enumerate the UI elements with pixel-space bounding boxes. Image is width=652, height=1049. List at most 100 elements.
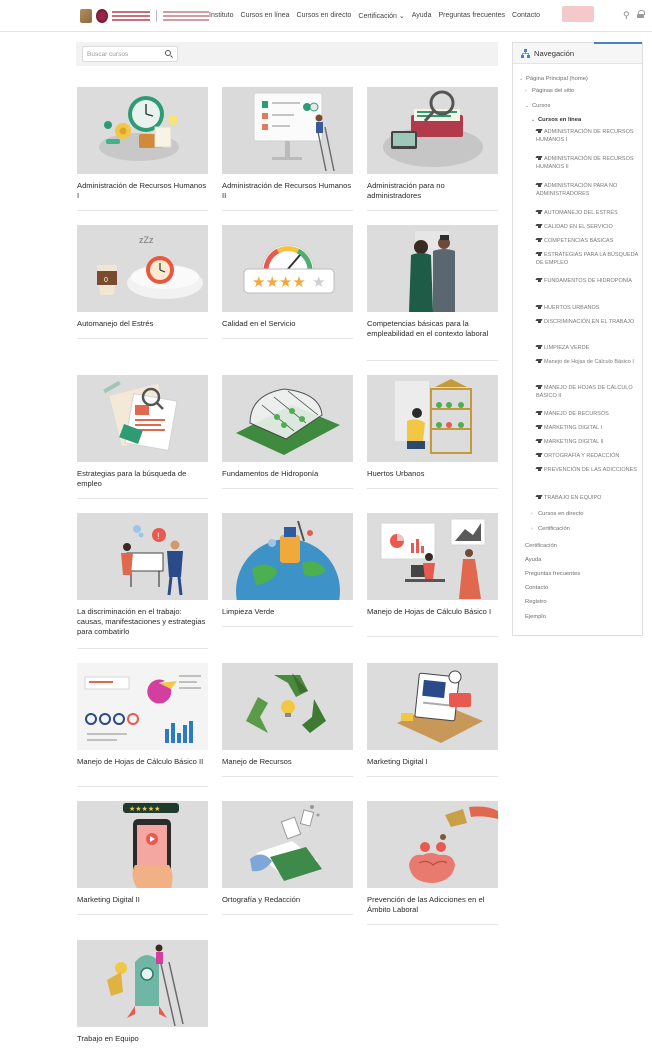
nav-course-item[interactable]: CALIDAD EN EL SERVICIO xyxy=(536,224,640,232)
course-title[interactable]: Huertos Urbanos xyxy=(367,469,498,479)
nav-instituto[interactable]: Instituto xyxy=(209,12,234,20)
nav-course-item[interactable]: PREVENCIÓN DE LAS ADICCIONES xyxy=(536,467,640,475)
nav-course-item[interactable]: LIMPIEZA VERDE xyxy=(536,345,640,353)
course-title[interactable]: Automanejo del Estrés xyxy=(77,319,208,329)
course-title[interactable]: Estrategias para la búsqueda de empleo xyxy=(77,469,208,489)
login-button[interactable] xyxy=(562,6,594,22)
course-thumbnail[interactable] xyxy=(222,663,353,750)
nav-tree-courses[interactable]: ⌄ Cursos xyxy=(525,103,550,111)
nav-course-item[interactable]: FUNDAMENTOS DE HIDROPONÍA xyxy=(536,278,640,286)
nav-tree-home[interactable]: ⌄ Página Principal (home) xyxy=(519,76,588,84)
card-divider xyxy=(77,498,208,499)
card-divider xyxy=(367,488,498,489)
nav-tree-label: Páginas del sitio xyxy=(532,88,575,94)
nav-course-item[interactable]: ORTOGRAFÍA Y REDACCIÓN xyxy=(536,453,640,461)
course-title[interactable]: La discriminación en el trabajo: causas,… xyxy=(77,607,208,637)
graduation-cap-icon xyxy=(536,319,543,323)
course-thumbnail[interactable]: ★★★★★ xyxy=(77,801,208,888)
nav-course-item[interactable]: DISCRIMINACIÓN EN EL TRABAJO xyxy=(536,319,640,327)
course-title[interactable]: Fundamentos de Hidroponía xyxy=(222,469,353,479)
course-title[interactable]: Manejo de Recursos xyxy=(222,757,353,767)
nav-course-item[interactable]: ADMINISTRACIÓN PARA NO ADMINISTRADORES xyxy=(536,183,640,199)
course-thumbnail[interactable]: ★★★★ ★ xyxy=(222,225,353,312)
course-thumbnail[interactable] xyxy=(77,375,208,462)
course-title[interactable]: Ortografía y Redacción xyxy=(222,895,353,905)
course-thumbnail[interactable] xyxy=(222,87,353,174)
nav-course-item[interactable]: HUERTOS URBANOS xyxy=(536,305,640,313)
nav-tree-site-pages[interactable]: › Páginas del sitio xyxy=(525,88,574,96)
nav-course-item[interactable]: MARKETING DIGITAL I xyxy=(536,425,640,433)
card-divider xyxy=(367,210,498,211)
nav-course-label: MANEJO DE RECURSOS xyxy=(544,411,609,417)
site-logo[interactable] xyxy=(80,9,209,23)
course-thumbnail[interactable] xyxy=(222,375,353,462)
lock-icon[interactable] xyxy=(637,10,645,18)
course-thumbnail[interactable] xyxy=(222,801,353,888)
chevron-right-icon: › xyxy=(531,526,533,532)
nav-course-item[interactable]: ADMINISTRACIÓN DE RECURSOS HUMANOS I xyxy=(536,129,640,145)
nav-tree-certification[interactable]: › Certificación xyxy=(531,526,570,534)
sidebar-link-registro[interactable]: Registro xyxy=(525,599,547,607)
course-thumbnail[interactable] xyxy=(77,663,208,750)
graduation-cap-icon xyxy=(536,453,543,457)
course-thumbnail[interactable] xyxy=(367,87,498,174)
course-thumbnail[interactable] xyxy=(367,801,498,888)
card-divider xyxy=(222,488,353,489)
nav-ayuda[interactable]: Ayuda xyxy=(412,12,432,20)
course-thumbnail[interactable] xyxy=(77,940,208,1027)
sidebar-link-ayuda[interactable]: Ayuda xyxy=(525,557,541,565)
card-divider xyxy=(77,210,208,211)
course-thumbnail[interactable] xyxy=(367,513,498,600)
course-thumbnail[interactable] xyxy=(367,225,498,312)
sidebar-link-ejemplo[interactable]: Ejemplo xyxy=(525,614,546,622)
nav-course-label: ESTRATEGIAS PARA LA BÚSQUEDA DE EMPLEO xyxy=(536,252,638,266)
search-input[interactable] xyxy=(87,49,159,60)
svg-text:zZz: zZz xyxy=(139,235,154,245)
sidebar-link-contacto[interactable]: Contacto xyxy=(525,585,548,593)
nav-contacto[interactable]: Contacto xyxy=(512,12,540,20)
course-title[interactable]: Calidad en el Servicio xyxy=(222,319,353,329)
course-thumbnail[interactable] xyxy=(77,87,208,174)
course-thumbnail[interactable]: ! xyxy=(77,513,208,600)
sidebar-link-certificacion[interactable]: Certificación xyxy=(525,543,557,551)
nav-course-item[interactable]: AUTOMANEJO DEL ESTRÉS xyxy=(536,210,640,218)
nav-course-item[interactable]: COMPETENCIAS BÁSICAS xyxy=(536,238,640,246)
nav-course-item[interactable]: TRABAJO EN EQUIPO xyxy=(536,495,640,503)
search-icon[interactable]: ⚲ xyxy=(623,10,630,21)
course-title[interactable]: Marketing Digital I xyxy=(367,757,498,767)
course-title[interactable]: Competencias básicas para la empleabilid… xyxy=(367,319,498,339)
nav-cursos-en-directo[interactable]: Cursos en directo xyxy=(297,12,352,20)
nav-course-item[interactable]: MARKETING DIGITAL II xyxy=(536,439,640,447)
nav-tree-label: Página Principal (home) xyxy=(526,76,588,82)
nav-course-item[interactable]: ADMINISTRACIÓN DE RECURSOS HUMANOS II xyxy=(536,156,640,172)
course-title[interactable]: Administración de Recursos Humanos II xyxy=(222,181,353,201)
course-title[interactable]: Manejo de Hojas de Cálculo Básico I xyxy=(367,607,498,617)
course-title[interactable]: Trabajo en Equipo xyxy=(77,1034,208,1044)
course-title[interactable]: Marketing Digital II xyxy=(77,895,208,905)
course-search-bar xyxy=(76,42,498,66)
nav-tree-live-courses[interactable]: › Cursos en directo xyxy=(531,511,583,519)
course-thumbnail[interactable] xyxy=(367,663,498,750)
nav-course-item[interactable]: Manejo de Hojas de Cálculo Básico I xyxy=(536,359,640,367)
course-title[interactable]: Administración de Recursos Humanos I xyxy=(77,181,208,201)
nav-tree-online-courses[interactable]: ⌄ Cursos en línea xyxy=(531,117,581,125)
nav-certificacion[interactable]: Certificación ⌄ xyxy=(358,12,404,20)
course-thumbnail[interactable] xyxy=(222,513,353,600)
nav-course-item[interactable]: MANEJO DE HOJAS DE CÁLCULO BÁSICO II xyxy=(536,385,640,401)
search-icon[interactable] xyxy=(165,50,171,56)
nav-course-item[interactable]: ESTRATEGIAS PARA LA BÚSQUEDA DE EMPLEO xyxy=(536,252,640,268)
nav-course-item[interactable]: MANEJO DE RECURSOS xyxy=(536,411,640,419)
course-title[interactable]: Limpieza Verde xyxy=(222,607,353,617)
course-title[interactable]: Administración para no administradores xyxy=(367,181,498,201)
card-divider xyxy=(77,648,208,649)
svg-text:★: ★ xyxy=(312,273,325,291)
course-thumbnail[interactable]: 0 zZz xyxy=(77,225,208,312)
course-title[interactable]: Manejo de Hojas de Cálculo Básico II xyxy=(77,757,208,767)
government-seal-icon xyxy=(80,9,92,23)
nav-preguntas-frecuentes[interactable]: Preguntas frecuentes xyxy=(438,12,505,20)
course-thumbnail[interactable] xyxy=(367,375,498,462)
nav-cursos-en-linea[interactable]: Cursos en línea xyxy=(241,12,290,20)
sidebar-link-preguntas[interactable]: Preguntas frecuentes xyxy=(525,571,580,579)
course-title[interactable]: Prevención de las Adicciones en el Ámbit… xyxy=(367,895,498,915)
svg-text:★★★★★: ★★★★★ xyxy=(129,805,160,813)
